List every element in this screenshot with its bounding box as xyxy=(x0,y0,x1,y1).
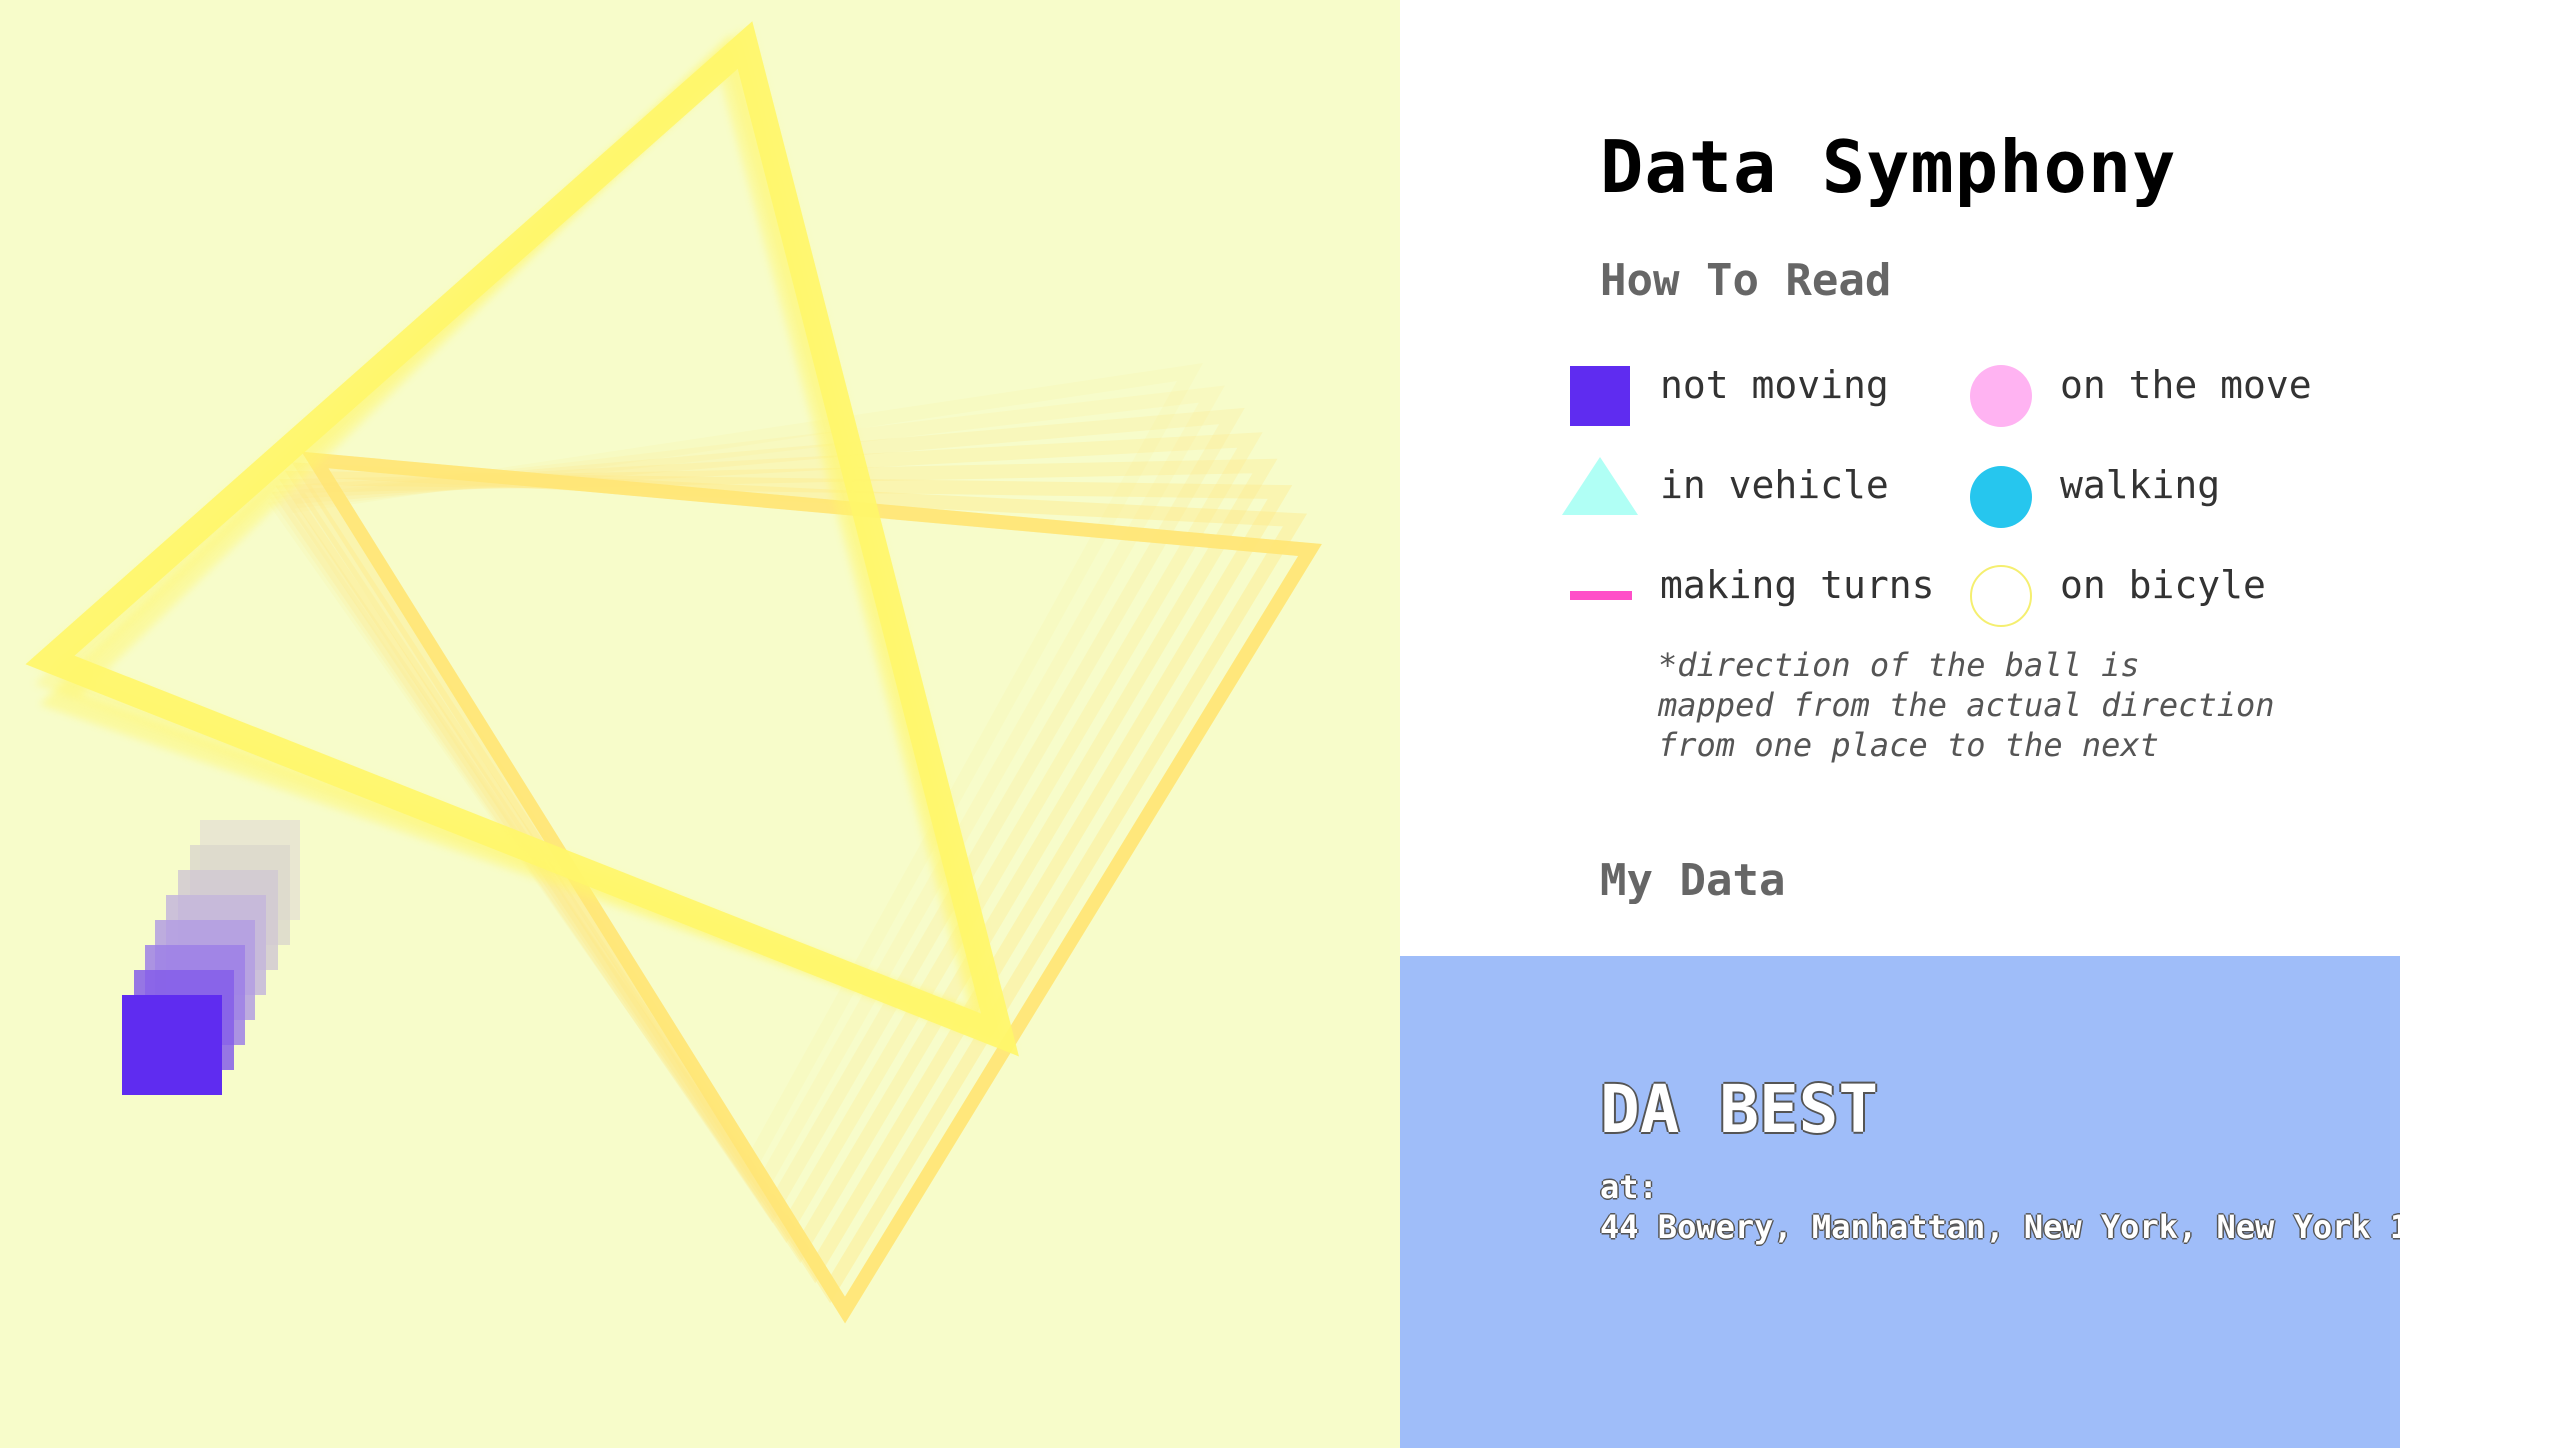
not-moving-square-trail xyxy=(122,995,222,1095)
info-panel: Data Symphony How To Read not moving in … xyxy=(1400,0,2560,1448)
visualization-svg xyxy=(25,21,1322,1324)
legend-label-on-the-move: on the move xyxy=(2060,363,2312,407)
visualization-canvas[interactable] xyxy=(0,0,1400,1448)
in-vehicle-triangle-icon xyxy=(1562,457,1638,515)
legend-label-making-turns: making turns xyxy=(1660,563,1935,607)
making-turns-line-icon xyxy=(1570,591,1632,600)
legend-label-on-bicycle: on bicyle xyxy=(2060,563,2266,607)
legend-label-not-moving: not moving xyxy=(1660,363,1889,407)
on-the-move-circle-icon xyxy=(1970,365,2032,427)
not-moving-square-icon xyxy=(1570,366,1630,426)
place-name: DA BEST xyxy=(1600,1071,1879,1148)
page-title: Data Symphony xyxy=(1600,125,2177,209)
direction-note: *direction of the ball is mapped from th… xyxy=(1658,646,2275,764)
on-bicycle-circle-outline-icon xyxy=(1970,565,2032,627)
place-card[interactable]: DA BEST at: 44 Bowery, Manhattan, New Yo… xyxy=(1400,956,2400,1448)
place-at-label: at: xyxy=(1600,1168,1658,1206)
walking-circle-icon xyxy=(1970,466,2032,528)
place-address: 44 Bowery, Manhattan, New York, New York… xyxy=(1600,1208,2400,1246)
how-to-read-heading: How To Read xyxy=(1600,255,1892,306)
legend-label-in-vehicle: in vehicle xyxy=(1660,463,1889,507)
legend-label-walking: walking xyxy=(2060,463,2221,507)
my-data-heading: My Data xyxy=(1600,855,1786,906)
